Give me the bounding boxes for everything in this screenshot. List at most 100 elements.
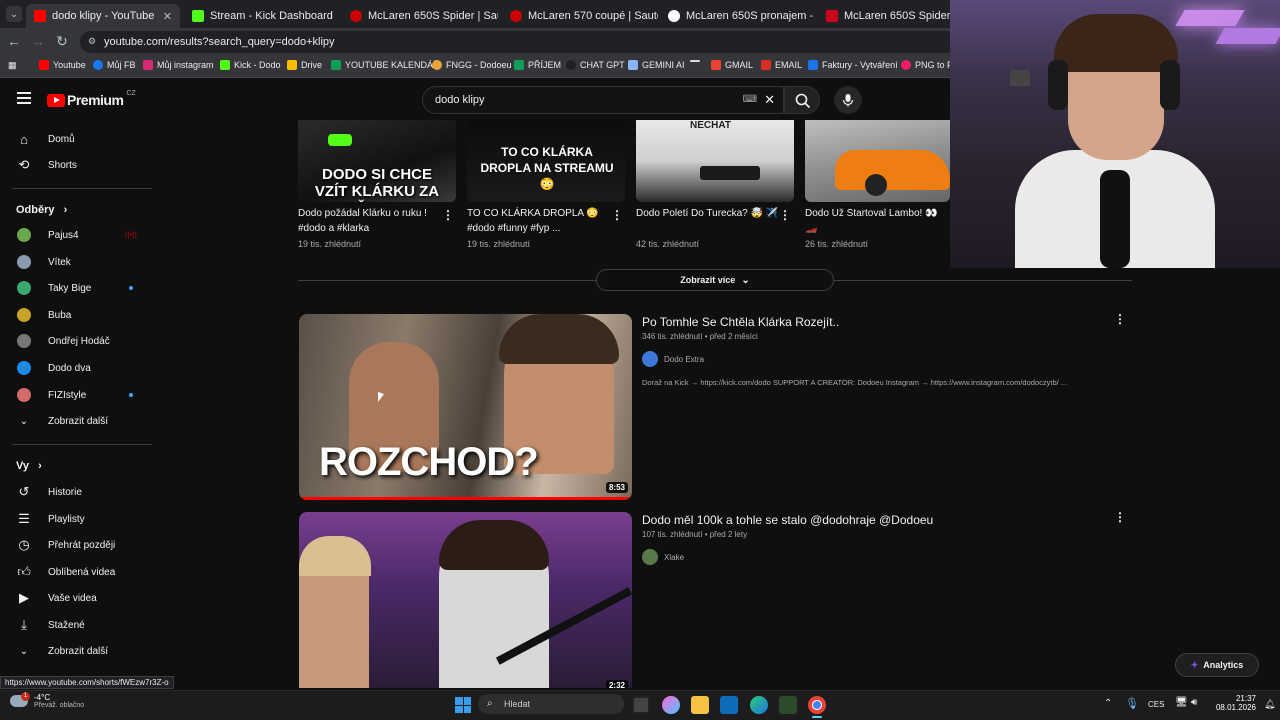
address-bar[interactable]: ⚙ youtube.com/results?search_query=dodo+… [80,31,960,53]
search-button[interactable] [784,86,820,114]
sidebar-item-ondrej[interactable]: Ondřej Hodáč [0,328,150,354]
video-thumbnail[interactable]: 2:32 [299,512,632,688]
more-options-icon[interactable]: ⋮ [779,208,791,222]
youtube-logo[interactable]: Premium CZ [47,90,136,108]
menu-icon[interactable] [17,92,31,104]
more-options-icon[interactable]: ⋮ [611,208,623,222]
bookmark-kick[interactable]: Kick - Dodo [220,60,281,70]
sidebar-show-more-you[interactable]: ⌄ Zobrazit další [0,638,150,664]
short-views: 19 tis. zhlédnutí [467,239,531,249]
channel-link[interactable]: Dodo Extra [642,351,704,367]
notifications-bell-icon[interactable]: 🔔︎ [1264,699,1275,710]
you-header[interactable]: Vy › [16,460,42,472]
video-title[interactable]: Po Tomhle Se Chtěla Klárka Rozejít.. [642,315,839,329]
tray-chevron-icon[interactable]: ⌃ [1104,698,1112,709]
sidebar-item-taky-bige[interactable]: Taky Bige [0,275,150,301]
mic-icon [842,94,854,107]
sidebar-show-more-subs[interactable]: ⌄ Zobrazit další [0,408,150,434]
bookmark-instagram[interactable]: Můj instagram [143,60,214,70]
weather-widget[interactable]: 1 -4°C Převáž. oblačno [10,692,84,709]
keyboard-icon[interactable]: ⌨ [743,94,757,105]
sidebar-item-buba[interactable]: Buba [0,302,150,328]
more-options-icon[interactable]: ⋮ [1114,510,1126,524]
sidebar-item-vitek[interactable]: Vítek [0,249,150,275]
site-info-icon[interactable]: ⚙ [88,36,96,47]
close-icon[interactable]: ✕ [157,10,172,23]
short-title[interactable]: TO CO KLÁRKA DROPLA 😳 #dodo #funny #fyp … [467,206,612,236]
apps-icon[interactable]: ▦ [8,60,17,71]
mic-tray-icon[interactable]: 🎙︎ [1125,697,1139,710]
tab-sauto-570[interactable]: McLaren 570 coupé | Sauto.cz ✕ [502,4,658,28]
tab-kick[interactable]: Stream - Kick Dashboard 🔇 [184,4,334,28]
clock[interactable]: 21:37 08.01.2026 [1208,694,1256,712]
sidebar-item-shorts[interactable]: ⟲ Shorts [0,152,150,178]
back-icon[interactable]: ← [6,33,22,49]
network-icon[interactable]: 🖥︎ [1175,697,1188,708]
short-title[interactable]: Dodo Už Startoval Lambo! 👀 🏎️ [805,206,950,236]
short-thumbnail[interactable]: DODO SI CHCE VZÍT KLÁRKU ZA ŽENU [298,120,456,202]
volume-icon[interactable]: 🔊︎ [1191,697,1197,708]
more-options-icon[interactable]: ⋮ [1114,312,1126,326]
sidebar-item-pajus4[interactable]: Pajus4 ((•)) [0,222,150,248]
voice-search-button[interactable] [834,86,862,114]
tab-search-icon[interactable]: ⌄ [6,6,22,22]
sidebar-item-fizistyle[interactable]: FIZIstyle [0,382,150,408]
forward-icon[interactable]: → [30,33,46,49]
weather-temp: -4°C [34,693,51,702]
short-thumbnail[interactable]: TO CO KLÁRKA DROPLA NA STREAMU😳 [467,120,625,202]
sidebar-item-downloads[interactable]: ⤓ Stažené [0,612,150,638]
bookmark-calendar[interactable]: YOUTUBE KALENDÁŘ [331,60,440,70]
channel-link[interactable]: Xlake [642,549,684,565]
outlook-icon[interactable] [720,696,738,714]
video-title[interactable]: Dodo měl 100k a tohle se stalo @dodohraj… [642,513,933,527]
tab-sauto-650s[interactable]: McLaren 650S Spider | Sauto.cz ✕ [342,4,498,28]
bookmark-email[interactable]: EMAIL [761,60,802,70]
bookmark-chatgpt[interactable]: CHAT GPT [566,60,625,70]
bookmark-gmail[interactable]: GMAIL [711,60,753,70]
sidebar-item-playlists[interactable]: ☰ Playlisty [0,506,150,532]
task-view-icon[interactable] [632,696,650,714]
bookmark-drive[interactable]: Drive [287,60,322,70]
reload-icon[interactable]: ↻ [54,33,70,50]
tab-akrapovic[interactable]: McLaren 650S Spider Akrapovi [818,4,950,28]
bookmark-faktury[interactable]: Faktury - Vytváření [808,60,898,70]
sidebar-item-home[interactable]: ⌂ Domů [0,126,150,152]
analytics-button[interactable]: ✦ Analytics [1175,653,1259,677]
channel-avatar [642,549,658,565]
terminal-icon[interactable] [779,696,797,714]
short-thumbnail[interactable]: NECHAT [636,120,794,202]
bookmark-facebook[interactable]: Můj FB [93,60,136,70]
clear-search-icon[interactable]: ✕ [764,92,775,108]
sidebar-item-history[interactable]: ↺ Historie [0,479,150,505]
sidebar-item-liked[interactable]: 👍︎ Oblíbená videa [0,559,150,585]
sidebar-item-your-videos[interactable]: ▶ Vaše videa [0,585,150,611]
language-indicator[interactable]: CES [1148,700,1164,709]
taskbar-search-input[interactable]: ⌕ Hledat [478,694,624,714]
url-text: youtube.com/results?search_query=dodo+kl… [104,36,335,48]
file-explorer-icon[interactable] [691,696,709,714]
tab-google[interactable]: McLaren 650S pronajem - Hled ✕ [660,4,816,28]
bookmark-fngg[interactable]: FNGG - Dodoeu [432,60,512,70]
png-icon [901,60,911,70]
sidebar-item-dodo-dva[interactable]: Dodo dva [0,355,150,381]
bookmark-gemini[interactable]: GEMINI AI [628,60,685,70]
windows-start-icon[interactable] [455,697,471,713]
more-options-icon[interactable]: ⋮ [442,208,454,222]
short-title[interactable]: Dodo Poletí Do Turecka? 🤯 ✈️ [636,206,781,221]
bookmark-prijem[interactable]: PŘÍJEM [514,60,561,70]
sidebar-item-watch-later[interactable]: ◷ Přehrát později [0,532,150,558]
copilot-icon[interactable] [662,696,680,714]
short-title[interactable]: Dodo požádal Klárku o ruku ! #dodo a #kl… [298,206,443,236]
tab-youtube[interactable]: dodo klipy - YouTube ✕ [26,4,180,28]
bookmark-youtube[interactable]: Youtube [39,60,86,70]
mute-icon[interactable]: 🔇 [333,10,334,23]
search-input[interactable]: dodo klipy ⌨ ✕ [422,86,784,114]
divider [12,444,152,445]
show-more-button[interactable]: Zobrazit více ⌄ [596,269,834,291]
video-thumbnail[interactable]: ROZCHOD? 8:53 [299,314,632,500]
chrome-icon[interactable] [808,696,826,714]
edge-icon[interactable] [750,696,768,714]
bookmark-unnamed[interactable] [690,60,704,62]
short-thumbnail[interactable] [805,120,950,202]
subscriptions-header[interactable]: Odběry › [16,204,67,216]
